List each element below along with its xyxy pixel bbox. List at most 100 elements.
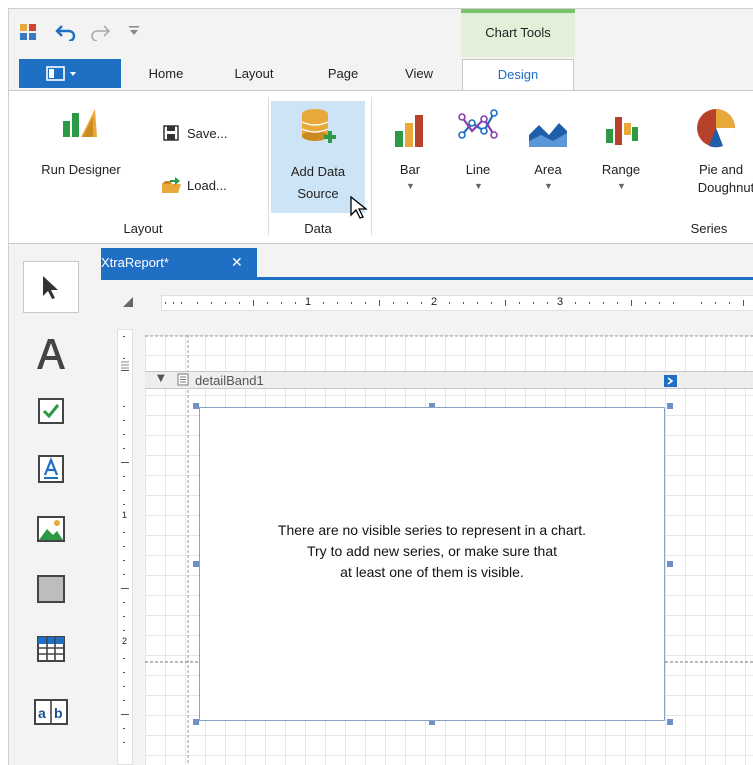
rich-text-icon — [38, 455, 64, 483]
shape-icon — [37, 575, 65, 603]
band-name: detailBand1 — [195, 373, 264, 388]
close-tab-icon[interactable]: ✕ — [231, 248, 243, 278]
ab-checklist-icon: a b — [34, 699, 68, 725]
chart-message-line-3: at least one of them is visible. — [340, 564, 524, 580]
area-label: Area — [534, 162, 562, 177]
run-designer-button[interactable]: Run Designer — [23, 99, 139, 199]
file-menu-button[interactable] — [19, 59, 121, 88]
line-chart-button[interactable]: Line ▼ — [451, 99, 505, 209]
ruler-corner-icon — [123, 297, 133, 307]
detail-band-header[interactable]: ▼ detailBand1 — [145, 371, 753, 389]
report-page[interactable]: ▼ detailBand1 There are no visible serie… — [145, 335, 753, 765]
report-designer-window: Chart Tools Home Layout Page View Design… — [8, 8, 753, 765]
checklist-tool[interactable]: a b — [23, 683, 79, 743]
run-designer-icon — [63, 109, 97, 137]
chart-empty-message: There are no visible series to represent… — [200, 520, 664, 583]
resize-handle[interactable] — [667, 403, 673, 409]
app-icon — [20, 24, 36, 40]
redo-icon[interactable] — [89, 23, 111, 41]
chart-message-line-2: Try to add new series, or make sure that — [306, 543, 558, 559]
line-dropdown-arrow-icon: ▼ — [474, 181, 483, 191]
pointer-tool[interactable] — [23, 261, 79, 313]
line-chart-icon — [458, 109, 498, 139]
tab-home[interactable]: Home — [139, 59, 193, 89]
database-add-icon — [301, 109, 336, 143]
vruler-mark-1: 1 — [122, 510, 128, 520]
document-tab-xtrareport[interactable]: XtraReport* ✕ — [93, 248, 257, 278]
pointer-arrow-icon — [43, 276, 58, 299]
rich-text-tool[interactable] — [23, 443, 79, 495]
bar-dropdown-arrow-icon: ▼ — [406, 181, 415, 191]
smart-tag-button[interactable] — [664, 375, 677, 387]
series-group-label: Series — [690, 221, 728, 236]
vruler-mark-2: 2 — [122, 636, 128, 646]
undo-icon[interactable] — [55, 23, 77, 41]
file-menu-icon — [46, 66, 76, 81]
pie-label-1: Pie and — [698, 162, 744, 177]
group-divider — [268, 97, 269, 235]
horizontal-ruler-ticks — [165, 300, 744, 306]
table-tool[interactable] — [23, 623, 79, 675]
tab-design[interactable]: Design — [462, 59, 574, 91]
area-dropdown-arrow-icon: ▼ — [544, 181, 553, 191]
pie-label-2: Doughnut — [697, 180, 753, 195]
bar-chart-button[interactable]: Bar ▼ — [383, 99, 437, 209]
range-chart-button[interactable]: Range ▼ — [591, 99, 651, 209]
label-tool[interactable] — [23, 327, 79, 379]
smart-tag-arrow-icon — [667, 377, 674, 385]
document-tab-strip: XtraReport* ✕ — [9, 244, 753, 284]
chart-tools-context-header: Chart Tools — [461, 9, 575, 57]
shape-tool[interactable] — [23, 563, 79, 615]
table-icon — [37, 636, 65, 662]
line-label: Line — [465, 162, 491, 177]
quick-access-toolbar: Chart Tools — [9, 9, 753, 57]
vertical-ruler-ticks — [121, 336, 129, 743]
area-chart-button[interactable]: Area ▼ — [521, 99, 575, 209]
toolbox-panel: a b — [9, 247, 101, 765]
save-label: Save... — [187, 126, 228, 141]
horizontal-ruler: 1 2 3 — [161, 295, 753, 311]
customize-qat-icon[interactable] — [127, 23, 141, 39]
area-chart-icon — [529, 123, 567, 147]
run-designer-label: Run Designer — [41, 162, 121, 177]
load-layout-button[interactable]: Load... — [155, 175, 255, 197]
ribbon-panel: Run Designer Save... Load... Layout Add … — [9, 90, 753, 244]
label-a-icon — [37, 339, 65, 369]
bar-chart-icon — [395, 115, 423, 147]
mouse-cursor-icon — [350, 195, 368, 219]
tab-page[interactable]: Page — [319, 59, 367, 89]
resize-handle[interactable] — [667, 561, 673, 567]
bar-label: Bar — [399, 162, 421, 177]
ribbon-tab-strip: Home Layout Page View Design — [9, 57, 753, 91]
picture-icon — [37, 516, 65, 542]
svg-text:a: a — [38, 705, 46, 721]
ruler-mark-3: 3 — [557, 296, 564, 308]
save-layout-button[interactable]: Save... — [155, 123, 255, 145]
vertical-ruler: 1 2 — [117, 329, 133, 765]
chart-message-line-1: There are no visible series to represent… — [277, 522, 587, 538]
ruler-mark-2: 2 — [431, 296, 438, 308]
band-collapse-arrow-icon[interactable]: ▼ — [157, 373, 165, 384]
tab-view[interactable]: View — [395, 59, 443, 89]
pie-chart-icon — [697, 109, 736, 148]
range-dropdown-arrow-icon: ▼ — [617, 181, 626, 191]
save-icon — [163, 125, 179, 141]
load-icon — [162, 177, 181, 193]
layout-group-label: Layout — [123, 221, 163, 236]
data-group-label: Data — [304, 221, 332, 236]
tab-layout[interactable]: Layout — [221, 59, 287, 89]
resize-handle[interactable] — [667, 719, 673, 725]
ruler-mark-1: 1 — [305, 296, 312, 308]
checkbox-tool[interactable] — [23, 385, 79, 437]
svg-text:b: b — [54, 705, 63, 721]
design-surface[interactable]: 1 2 3 1 2 ▼ detailBand1 There are no vis… — [101, 287, 753, 765]
page-top-margin-line — [145, 335, 753, 337]
document-tab-underline — [93, 277, 753, 280]
picture-tool[interactable] — [23, 503, 79, 555]
chart-control[interactable]: There are no visible series to represent… — [199, 407, 665, 721]
add-data-source-label-1: Add Data — [290, 164, 346, 179]
pie-doughnut-chart-button[interactable]: Pie and Doughnut — [665, 99, 753, 209]
range-chart-icon — [606, 117, 638, 145]
document-tab-title: XtraReport* — [101, 255, 169, 270]
page-left-margin-line — [187, 335, 189, 765]
